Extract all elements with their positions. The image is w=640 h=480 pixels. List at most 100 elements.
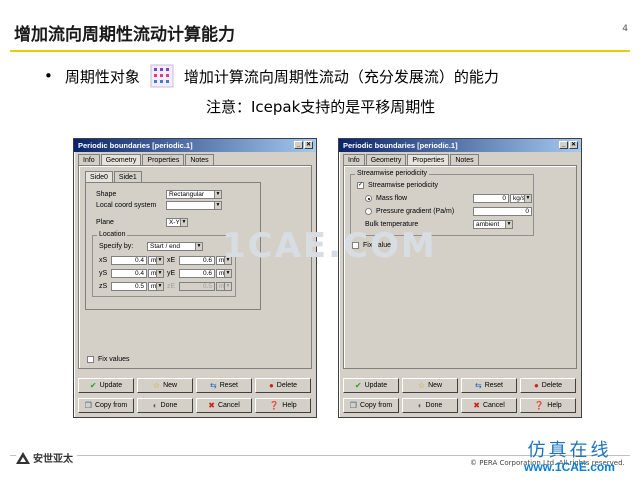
tab-info[interactable]: Info	[343, 154, 365, 165]
tab-properties[interactable]: Properties	[142, 154, 185, 165]
mass-flow-radio[interactable]	[365, 195, 372, 202]
chevron-down-icon: ▼	[214, 202, 221, 209]
xe-input[interactable]: 0.6	[179, 256, 215, 265]
reset-icon: ⇆	[475, 381, 482, 390]
local-coord-label: Local coord system	[96, 202, 157, 209]
help-button[interactable]: ❓ Help	[520, 398, 576, 413]
pressure-gradient-radio[interactable]	[365, 208, 372, 215]
reset-button[interactable]: ⇆ Reset	[196, 378, 252, 393]
tab-geometry[interactable]: Geometry	[365, 154, 407, 165]
xs-input[interactable]: 0.4	[111, 256, 147, 265]
cancel-button[interactable]: ✖ Cancel	[461, 398, 517, 413]
minimize-button[interactable]: _	[559, 141, 568, 149]
specify-by-select[interactable]: Start / end ▼	[147, 242, 203, 251]
cancel-label: Cancel	[482, 402, 505, 409]
ye-unit-select[interactable]: m ▼	[216, 269, 232, 278]
copy-from-button[interactable]: ❐ Copy from	[78, 398, 134, 413]
xs-unit-select[interactable]: m ▼	[148, 256, 164, 265]
bullet-dot: •	[44, 67, 53, 85]
done-button[interactable]: ◐ Done	[402, 398, 458, 413]
brand-url[interactable]: www.1CAE.com	[524, 460, 615, 474]
tab-notes[interactable]: Notes	[450, 154, 479, 165]
delete-button[interactable]: ● Delete	[255, 378, 311, 393]
xe-label: xE	[167, 257, 176, 264]
company-logo: 安世亚太	[16, 450, 77, 465]
mass-flow-unit-select[interactable]: kg/s ▼	[510, 194, 532, 203]
mass-flow-input[interactable]: 0	[473, 194, 509, 203]
delete-button[interactable]: ● Delete	[520, 378, 576, 393]
bulk-temperature-select[interactable]: ambient ▼	[473, 220, 513, 229]
new-button[interactable]: ☆ New	[137, 378, 193, 393]
ye-label: yE	[167, 270, 176, 277]
bullet-suffix: 增加计算流向周期性流动（充分发展流）的能力	[183, 67, 499, 86]
fix-values-label: Fix values	[98, 356, 130, 363]
ye-input[interactable]: 0.6	[179, 269, 215, 278]
help-icon: ❓	[269, 401, 280, 410]
slide-title: 增加流向周期性流动计算能力	[14, 25, 235, 45]
zs-unit-select[interactable]: m ▼	[148, 282, 164, 291]
close-button[interactable]: ✕	[304, 141, 313, 149]
delete-label: Delete	[541, 382, 563, 389]
shape-value: Rectangular	[169, 191, 205, 198]
ze-label: zE	[167, 283, 176, 290]
zs-input[interactable]: 0.5	[111, 282, 147, 291]
bullet-line: • 周期性对象 增加计算流向周期性流动（充分发展流）的能力	[44, 64, 499, 88]
ys-label: yS	[99, 270, 108, 277]
reset-label: Reset	[484, 382, 503, 389]
help-label: Help	[547, 402, 562, 409]
update-button[interactable]: ✔ Update	[343, 378, 399, 393]
done-button[interactable]: ◐ Done	[137, 398, 193, 413]
checkmark-icon: ✔	[89, 381, 97, 390]
chevron-down-icon: ▼	[224, 270, 231, 277]
shape-select[interactable]: Rectangular ▼	[166, 190, 222, 199]
done-icon: ◐	[417, 401, 423, 410]
update-button[interactable]: ✔ Update	[78, 378, 134, 393]
done-icon: ◐	[152, 401, 158, 410]
ze-input: 0.5	[179, 282, 215, 291]
delete-label: Delete	[276, 382, 298, 389]
close-button[interactable]: ✕	[569, 141, 578, 149]
tab-side1[interactable]: Side1	[113, 171, 142, 182]
copy-icon: ❐	[84, 401, 92, 410]
copy-from-button[interactable]: ❐ Copy from	[343, 398, 399, 413]
cancel-button[interactable]: ✖ Cancel	[196, 398, 252, 413]
streamwise-label: Streamwise periodicity	[368, 182, 439, 189]
note-text: 注意：Icepak支持的是平移周期性	[206, 98, 436, 116]
star-icon: ☆	[417, 381, 426, 390]
tab-notes[interactable]: Notes	[185, 154, 214, 165]
help-label: Help	[282, 402, 297, 409]
checkmark-icon: ✔	[354, 381, 362, 390]
cancel-icon: ✖	[208, 401, 215, 410]
chevron-down-icon: ▼	[156, 257, 163, 264]
ze-unit-select: m ▼	[216, 282, 232, 291]
pressure-gradient-input[interactable]: 0	[473, 207, 532, 216]
copy-icon: ❐	[349, 401, 357, 410]
reset-icon: ⇆	[210, 381, 217, 390]
help-button[interactable]: ❓ Help	[255, 398, 311, 413]
logo-text: 安世亚太	[33, 454, 73, 465]
dialog-title: Periodic boundaries [periodic.1]	[343, 141, 458, 150]
streamwise-checkbox[interactable]: ✓	[357, 182, 364, 189]
chevron-down-icon: ▼	[224, 283, 231, 290]
new-button[interactable]: ☆ New	[402, 378, 458, 393]
local-coord-select[interactable]: ▼	[166, 201, 222, 210]
logo-mark-icon	[16, 451, 30, 464]
periodic-object-icon	[150, 64, 174, 88]
minimize-button[interactable]: _	[294, 141, 303, 149]
update-label: Update	[364, 382, 388, 389]
reset-label: Reset	[219, 382, 238, 389]
properties-pane: Streamwise periodicity ✓ Streamwise peri…	[343, 165, 577, 369]
ys-input[interactable]: 0.4	[111, 269, 147, 278]
chevron-down-icon: ▼	[195, 243, 202, 250]
reset-button[interactable]: ⇆ Reset	[461, 378, 517, 393]
fix-values-checkbox[interactable]	[87, 356, 94, 363]
bulk-temperature-value: ambient	[476, 221, 500, 228]
plane-select[interactable]: X-Y ▼	[166, 218, 188, 227]
copy-from-label: Copy from	[94, 402, 128, 409]
dialog-titlebar: Periodic boundaries [periodic.1] _ ✕	[339, 139, 581, 152]
update-label: Update	[99, 382, 123, 389]
ys-unit-select[interactable]: m ▼	[148, 269, 164, 278]
tab-info[interactable]: Info	[78, 154, 100, 165]
plane-label: Plane	[96, 219, 114, 226]
geometry-pane: Side0 Side1 Shape Rectangular ▼ Local co…	[78, 165, 312, 369]
